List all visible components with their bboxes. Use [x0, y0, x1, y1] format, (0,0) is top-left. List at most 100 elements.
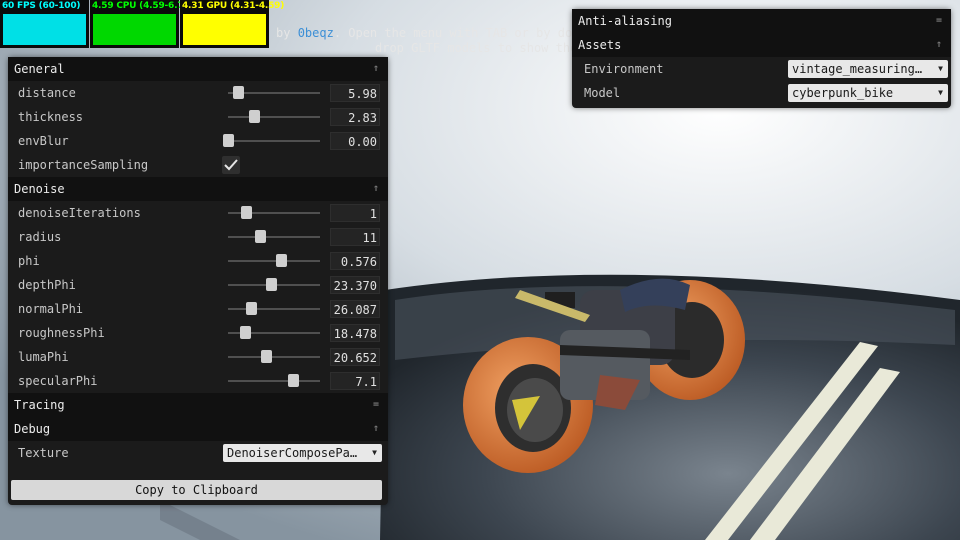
- setting-value[interactable]: 26.087: [330, 300, 380, 318]
- denoise-rows: denoiseIterations 1 radius 11 phi 0.576 …: [8, 201, 388, 393]
- texture-select-value: DenoiserComposePa…: [227, 446, 358, 460]
- setting-label: Texture: [18, 446, 69, 460]
- fps-stat-panel: 60 FPS (60-100): [0, 0, 89, 48]
- info-suffix: . Open the menu with TAB or by dou: [333, 26, 580, 40]
- slider-knob[interactable]: [241, 206, 253, 219]
- settings-panel: General ⇑ distance 5.98 thickness 2.83 e…: [8, 57, 388, 505]
- setting-slider[interactable]: [228, 374, 320, 387]
- info-line-2-text: drop GLTF models to show the: [375, 41, 578, 55]
- info-prefix: by: [276, 26, 291, 40]
- author-link[interactable]: 0beqz: [298, 26, 334, 40]
- slider-knob[interactable]: [239, 326, 251, 339]
- texture-select[interactable]: DenoiserComposePa… ▼: [223, 444, 382, 462]
- setting-label: normalPhi: [18, 302, 84, 316]
- setting-value[interactable]: 20.652: [330, 348, 380, 366]
- folder-tracing[interactable]: Tracing =: [8, 393, 388, 417]
- setting-row: distance 5.98: [8, 81, 388, 105]
- setting-label: depthPhi: [18, 278, 76, 292]
- setting-row: roughnessPhi 18.478: [8, 321, 388, 345]
- setting-row: envBlur 0.00: [8, 129, 388, 153]
- assets-panel: Anti-aliasing = Assets ⇑ Environment vin…: [572, 9, 951, 108]
- setting-value[interactable]: 18.478: [330, 324, 380, 342]
- slider-knob[interactable]: [288, 374, 300, 387]
- folder-assets[interactable]: Assets ⇑: [572, 33, 951, 57]
- setting-value[interactable]: 5.98: [330, 84, 380, 102]
- setting-slider[interactable]: [223, 134, 320, 147]
- chevron-expand-icon: =: [372, 399, 379, 410]
- setting-slider[interactable]: [228, 326, 320, 339]
- setting-row: normalPhi 26.087: [8, 297, 388, 321]
- slider-knob[interactable]: [255, 230, 267, 243]
- setting-label: Environment: [584, 62, 664, 76]
- setting-row-model: Model cyberpunk_bike ▼: [572, 81, 951, 105]
- setting-slider[interactable]: [228, 302, 320, 315]
- folder-debug[interactable]: Debug ⇑: [8, 417, 388, 441]
- slider-knob[interactable]: [248, 110, 260, 123]
- setting-label: Model: [584, 86, 621, 100]
- setting-row-checkbox: importanceSampling: [8, 153, 388, 177]
- setting-value[interactable]: 2.83: [330, 108, 380, 126]
- setting-row-environment: Environment vintage_measuring… ▼: [572, 57, 951, 81]
- folder-anti-aliasing[interactable]: Anti-aliasing =: [572, 9, 951, 33]
- model-select-value: cyberpunk_bike: [792, 86, 894, 100]
- setting-label: envBlur: [18, 134, 69, 148]
- folder-general-title: General: [14, 62, 65, 76]
- setting-value[interactable]: 23.370: [330, 276, 380, 294]
- folder-tracing-title: Tracing: [14, 398, 65, 412]
- folder-general[interactable]: General ⇑: [8, 57, 388, 81]
- folder-anti-aliasing-title: Anti-aliasing: [578, 14, 672, 28]
- fps-graph: [3, 14, 86, 45]
- cpu-stat-panel: 4.59 CPU (4.59-6.7): [90, 0, 187, 48]
- setting-slider[interactable]: [228, 110, 320, 123]
- setting-slider[interactable]: [228, 350, 320, 363]
- gpu-graph: [183, 14, 266, 45]
- slider-knob[interactable]: [233, 86, 245, 99]
- setting-row: lumaPhi 20.652: [8, 345, 388, 369]
- folder-debug-title: Debug: [14, 422, 51, 436]
- model-select[interactable]: cyberpunk_bike ▼: [788, 84, 948, 102]
- importance-sampling-checkbox[interactable]: [222, 156, 240, 174]
- setting-label: thickness: [18, 110, 84, 124]
- setting-slider[interactable]: [228, 278, 320, 291]
- gpu-stat-panel: 4.31 GPU (4.31-4.59): [180, 0, 284, 48]
- setting-slider[interactable]: [228, 254, 320, 267]
- setting-slider[interactable]: [228, 86, 320, 99]
- setting-value[interactable]: 11: [330, 228, 380, 246]
- copy-to-clipboard-button[interactable]: Copy to Clipboard: [11, 480, 382, 500]
- setting-label: distance: [18, 86, 76, 100]
- setting-slider[interactable]: [228, 230, 320, 243]
- setting-label: roughnessPhi: [18, 326, 105, 340]
- setting-row: phi 0.576: [8, 249, 388, 273]
- folder-assets-title: Assets: [578, 38, 622, 52]
- slider-knob[interactable]: [276, 254, 288, 267]
- setting-label: lumaPhi: [18, 350, 69, 364]
- setting-label: denoiseIterations: [18, 206, 141, 220]
- chevron-collapse-icon: ⇑: [372, 63, 379, 74]
- dropdown-arrow-icon: ▼: [372, 448, 377, 457]
- slider-knob[interactable]: [246, 302, 257, 315]
- cpu-graph: [93, 14, 176, 45]
- environment-select[interactable]: vintage_measuring… ▼: [788, 60, 948, 78]
- environment-select-value: vintage_measuring…: [792, 62, 923, 76]
- setting-value[interactable]: 1: [330, 204, 380, 222]
- folder-denoise[interactable]: Denoise ⇑: [8, 177, 388, 201]
- setting-label: phi: [18, 254, 40, 268]
- slider-knob[interactable]: [223, 134, 234, 147]
- slider-knob[interactable]: [260, 350, 272, 363]
- setting-row: specularPhi 7.1: [8, 369, 388, 393]
- cpu-label: 4.59 CPU (4.59-6.7): [92, 1, 188, 11]
- setting-row: denoiseIterations 1: [8, 201, 388, 225]
- setting-value[interactable]: 0.576: [330, 252, 380, 270]
- setting-label: radius: [18, 230, 62, 244]
- slider-knob[interactable]: [266, 278, 278, 291]
- setting-value[interactable]: 0.00: [330, 132, 380, 150]
- setting-row: depthPhi 23.370: [8, 273, 388, 297]
- setting-value[interactable]: 7.1: [330, 372, 380, 390]
- chevron-collapse-icon: ⇑: [372, 423, 379, 434]
- setting-row: radius 11: [8, 225, 388, 249]
- dropdown-arrow-icon: ▼: [938, 64, 943, 73]
- dropdown-arrow-icon: ▼: [938, 88, 943, 97]
- chevron-expand-icon: =: [935, 15, 942, 26]
- gpu-label: 4.31 GPU (4.31-4.59): [182, 1, 285, 11]
- setting-slider[interactable]: [228, 206, 320, 219]
